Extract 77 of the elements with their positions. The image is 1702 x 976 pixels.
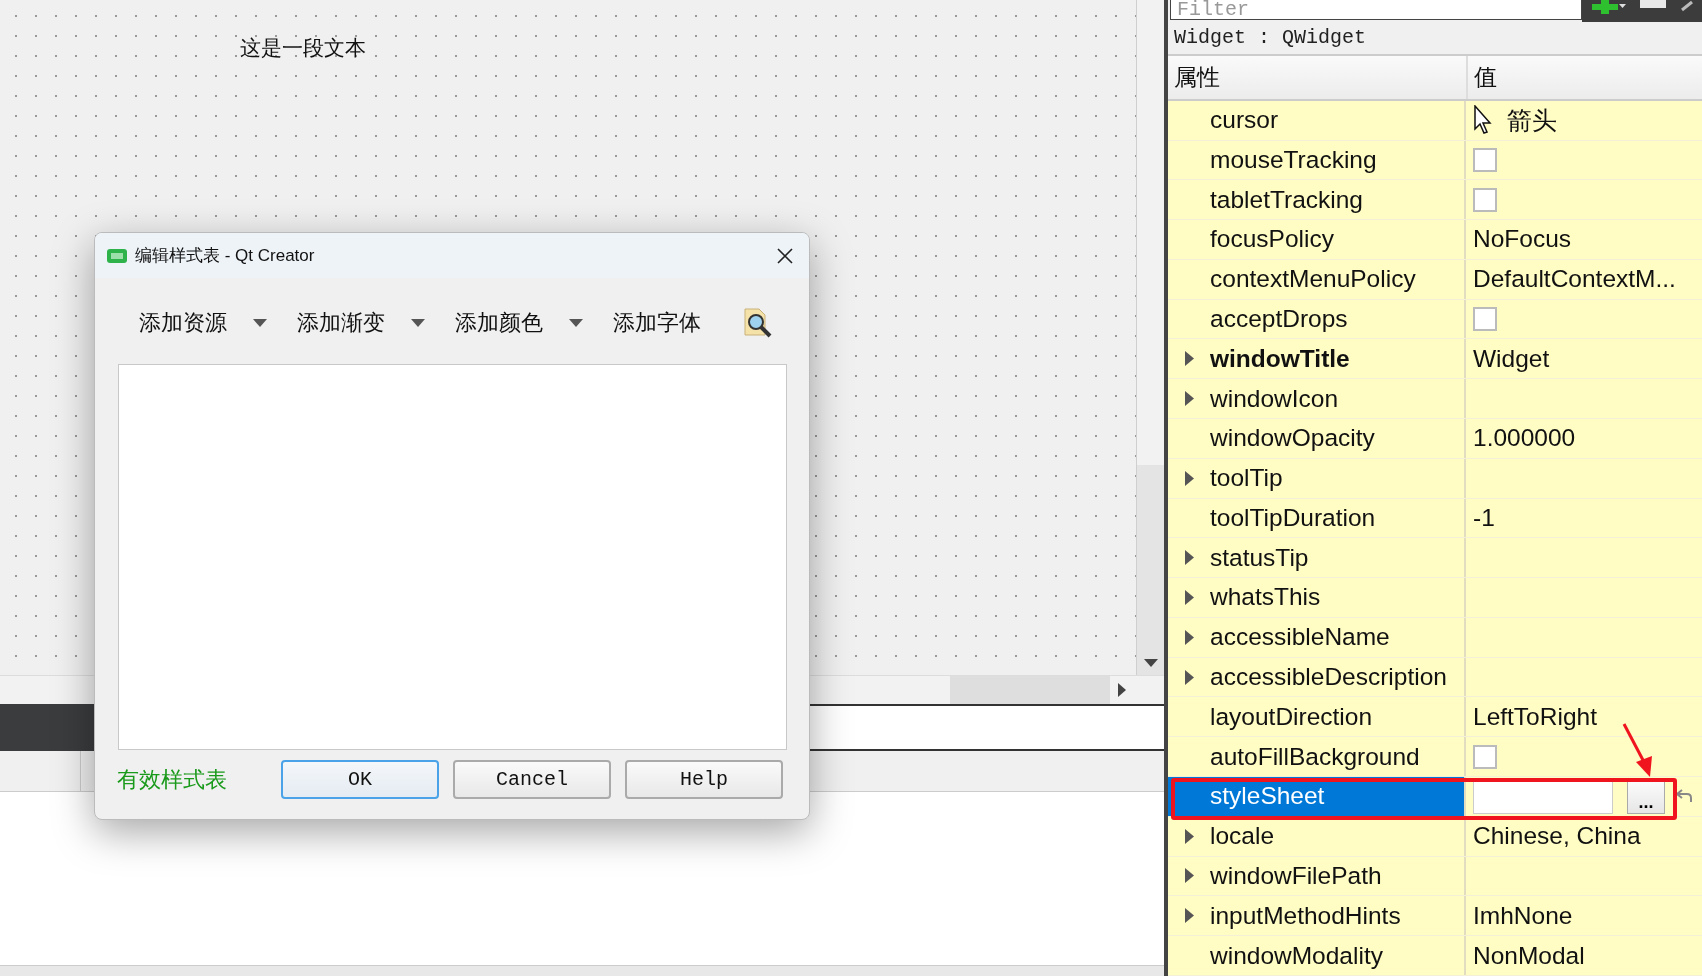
- dialog-button[interactable]: Cancel: [453, 760, 611, 799]
- property-name: windowFilePath: [1210, 861, 1382, 890]
- vertical-scrollbar[interactable]: [1136, 0, 1164, 675]
- property-name-cell[interactable]: focusPolicy: [1168, 220, 1466, 259]
- property-value[interactable]: -1: [1473, 503, 1495, 532]
- property-name-cell[interactable]: cursor: [1168, 100, 1466, 140]
- column-header[interactable]: 属性: [1168, 55, 1466, 99]
- expand-arrow-icon[interactable]: [1184, 391, 1194, 407]
- property-name-cell[interactable]: windowOpacity: [1168, 418, 1466, 458]
- property-name: windowTitle: [1210, 344, 1350, 373]
- validity-status: 有效样式表: [117, 765, 228, 794]
- cursor-arrow-icon: [1473, 105, 1493, 136]
- property-value[interactable]: Widget: [1473, 344, 1550, 373]
- property-name: windowModality: [1210, 941, 1383, 970]
- checkbox[interactable]: [1473, 187, 1497, 212]
- property-name: accessibleName: [1210, 623, 1390, 652]
- scroll-down-icon[interactable]: [1143, 659, 1158, 667]
- toolbar-menu-button[interactable]: 添加字体: [613, 308, 701, 338]
- toolbar-menu-button[interactable]: 添加渐变: [297, 308, 425, 338]
- checkbox[interactable]: [1473, 307, 1497, 331]
- expand-arrow-icon[interactable]: [1184, 669, 1194, 685]
- app-logo-icon: [107, 248, 127, 263]
- property-value[interactable]: 1.000000: [1473, 424, 1576, 453]
- column-header[interactable]: 值: [1466, 55, 1702, 99]
- expand-arrow-icon[interactable]: [1184, 629, 1194, 645]
- text-label[interactable]: 这是一段文本: [240, 34, 366, 62]
- property-name: mouseTracking: [1210, 145, 1377, 174]
- dialog-button[interactable]: OK: [281, 760, 439, 799]
- dropdown-caret-icon[interactable]: [411, 319, 425, 327]
- expand-arrow-icon[interactable]: [1184, 908, 1194, 924]
- property-value[interactable]: NoFocus: [1473, 225, 1572, 254]
- expand-arrow-icon[interactable]: [1184, 868, 1194, 884]
- filter-field[interactable]: Filter: [1170, 0, 1582, 20]
- property-name: acceptDrops: [1210, 305, 1348, 333]
- property-name: statusTip: [1210, 543, 1309, 572]
- toolbar-menu-button[interactable]: 添加颜色: [455, 308, 583, 338]
- expand-arrow-icon[interactable]: [1184, 470, 1194, 486]
- property-name: toolTipDuration: [1210, 503, 1376, 532]
- property-value[interactable]: 箭头: [1507, 103, 1557, 137]
- property-name: focusPolicy: [1210, 225, 1334, 254]
- property-value[interactable]: Chinese, China: [1473, 822, 1641, 851]
- property-value[interactable]: ImhNone: [1473, 901, 1573, 930]
- property-name-cell[interactable]: locale: [1168, 816, 1466, 856]
- property-name-cell[interactable]: contextMenuPolicy: [1168, 259, 1466, 299]
- search-icon[interactable]: [741, 307, 773, 339]
- property-name: accessibleDescription: [1210, 663, 1447, 692]
- property-name: windowIcon: [1210, 384, 1338, 413]
- property-name: locale: [1210, 822, 1274, 851]
- property-name: contextMenuPolicy: [1210, 265, 1416, 294]
- property-name: styleSheet: [1210, 782, 1325, 811]
- toolbar-menu-button[interactable]: 添加资源: [139, 308, 267, 338]
- expand-arrow-icon[interactable]: [1184, 590, 1194, 605]
- checkbox[interactable]: [1473, 744, 1497, 769]
- property-name: cursor: [1210, 106, 1279, 135]
- checkbox[interactable]: [1473, 147, 1497, 172]
- property-name: whatsThis: [1210, 583, 1321, 612]
- property-name: inputMethodHints: [1210, 901, 1401, 930]
- dropdown-caret-icon[interactable]: [253, 319, 267, 327]
- add-icon[interactable]: [1592, 0, 1626, 14]
- expand-arrow-icon[interactable]: [1184, 828, 1194, 844]
- scroll-right-icon[interactable]: [1118, 683, 1126, 697]
- annotation-arrow: [1622, 722, 1654, 778]
- expand-arrow-icon[interactable]: [1184, 351, 1194, 367]
- dropdown-caret-icon[interactable]: [569, 319, 583, 327]
- property-value[interactable]: LeftToRight: [1473, 702, 1597, 731]
- property-name: layoutDirection: [1210, 702, 1373, 731]
- property-value[interactable]: DefaultContextM...: [1473, 265, 1676, 294]
- property-name-cell[interactable]: windowModality: [1168, 936, 1466, 975]
- property-name: toolTip: [1210, 464, 1283, 493]
- dialog-button[interactable]: Help: [625, 760, 783, 799]
- reset-icon[interactable]: [1675, 788, 1693, 805]
- property-value[interactable]: NonModal: [1473, 941, 1585, 970]
- property-name: tabletTracking: [1210, 185, 1363, 214]
- property-name: windowOpacity: [1210, 424, 1375, 453]
- window-title: 编辑样式表 - Qt Creator: [135, 245, 316, 267]
- property-name: autoFillBackground: [1210, 742, 1420, 771]
- expand-arrow-icon[interactable]: [1184, 550, 1194, 566]
